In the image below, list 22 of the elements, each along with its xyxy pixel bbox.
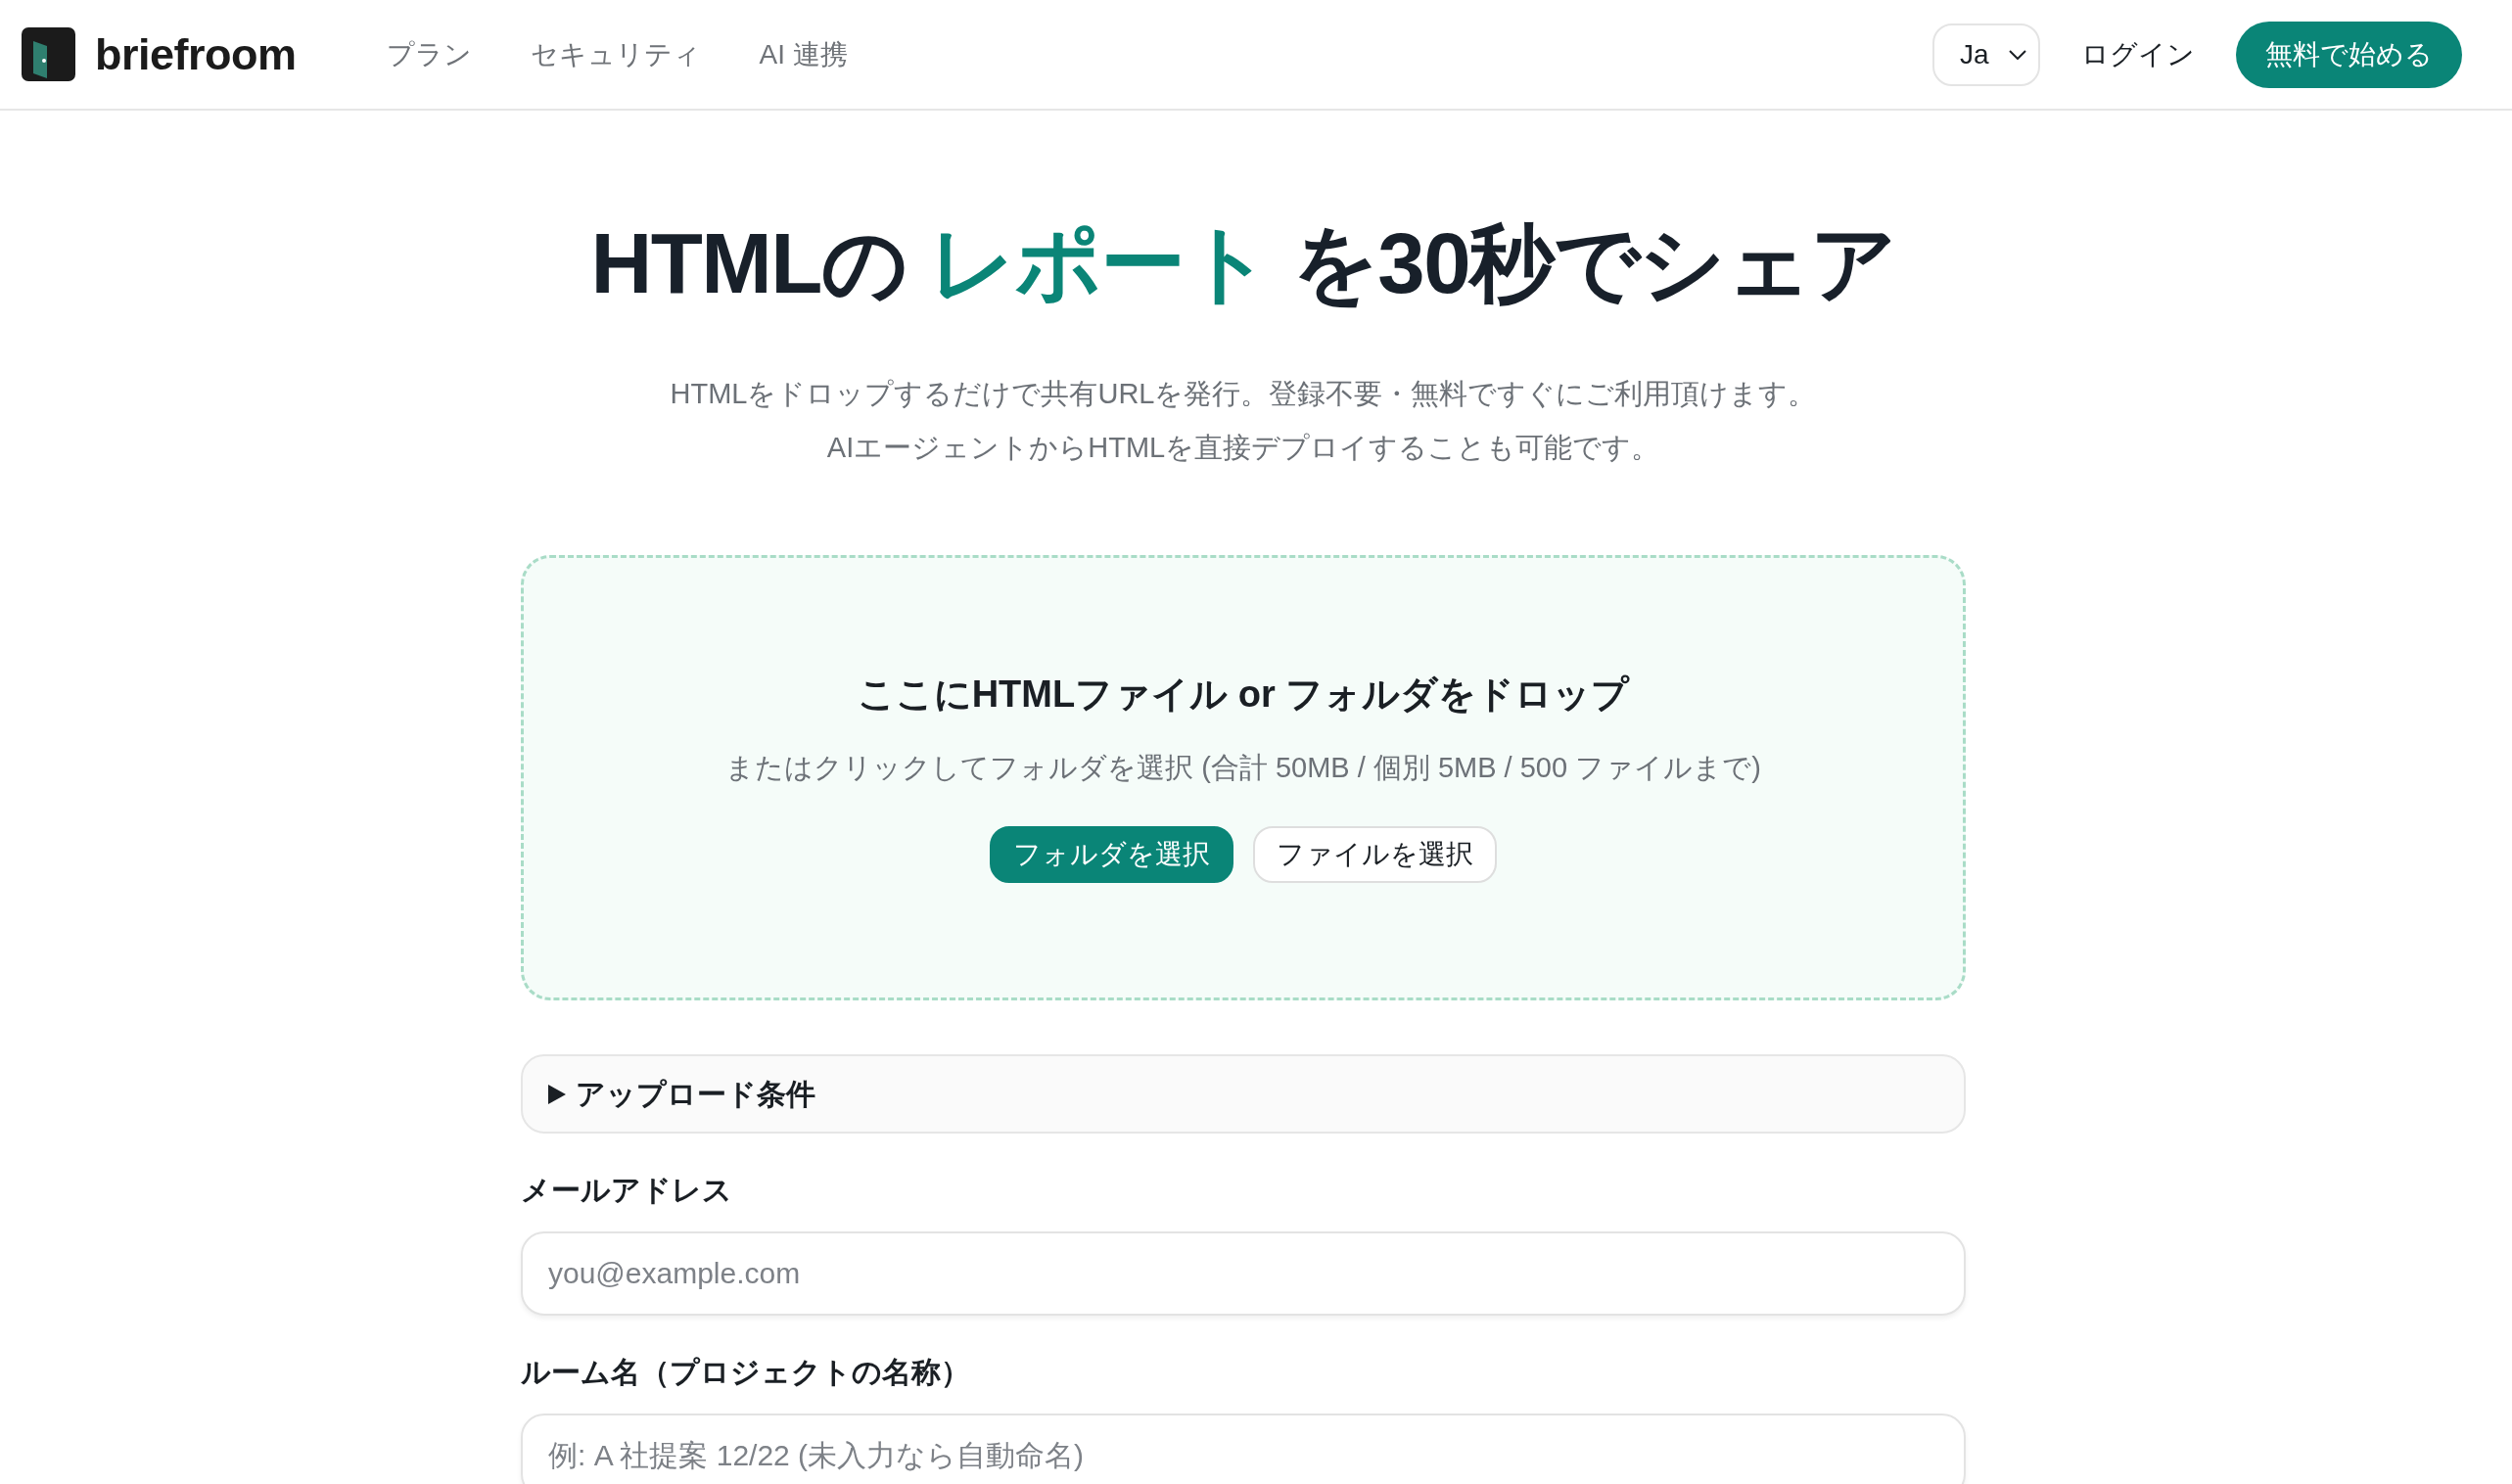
field-label: メールアドレス	[521, 1173, 733, 1209]
email-field[interactable]: you@example.com	[521, 1231, 1966, 1317]
login-link[interactable]: ログイン	[2068, 27, 2209, 81]
drop-zone-hint: またはクリックしてフォルダを選択 (合計 50MB / 個別 5MB / 500 ファイルまで)	[725, 750, 1761, 785]
nav-link[interactable]: AI 連携	[747, 27, 860, 81]
hero-subtitle: HTMLをドロップするだけで共有URLを発行。登録不要・無料ですぐにご利用頂けます。 AIエージェントからHTMLを直接デプロイすることも可能です。	[669, 377, 1818, 466]
triangle-icon[interactable]	[548, 1084, 566, 1104]
nav-link[interactable]: プラン	[374, 27, 484, 81]
language-select[interactable]: Ja	[1932, 23, 2040, 86]
door-logo-icon[interactable]	[22, 27, 75, 81]
drop-zone[interactable]: ここにHTMLファイル or フォルダをドロップ またはクリックしてフォルダを選択 (合計 50MB / 個別 5MB / 500 ファイルまで) フォルダを選択 ファイルを選択	[521, 555, 1966, 1001]
field-label: ルーム名（プロジェクトの名称）	[521, 1355, 971, 1391]
signup-button[interactable]: 無料で始める	[2236, 21, 2462, 88]
room-name-field[interactable]: 例: A 社提案 12/22 (未入力なら自動命名)	[521, 1414, 1966, 1484]
drop-zone-title: ここにHTMLファイル or フォルダをドロップ	[857, 672, 1630, 718]
chevron-down-icon[interactable]	[2009, 49, 2026, 60]
select-folder-button[interactable]: フォルダを選択	[990, 826, 1233, 884]
hero-title: HTMLの レポート を30秒でシェア	[589, 214, 1897, 312]
upload-conditions-toggle[interactable]: アップロード条件	[521, 1054, 1966, 1135]
nav-link[interactable]: セキュリティ	[518, 27, 713, 81]
brand-name[interactable]: briefroom	[95, 32, 297, 76]
select-file-button[interactable]: ファイルを選択	[1253, 826, 1497, 884]
